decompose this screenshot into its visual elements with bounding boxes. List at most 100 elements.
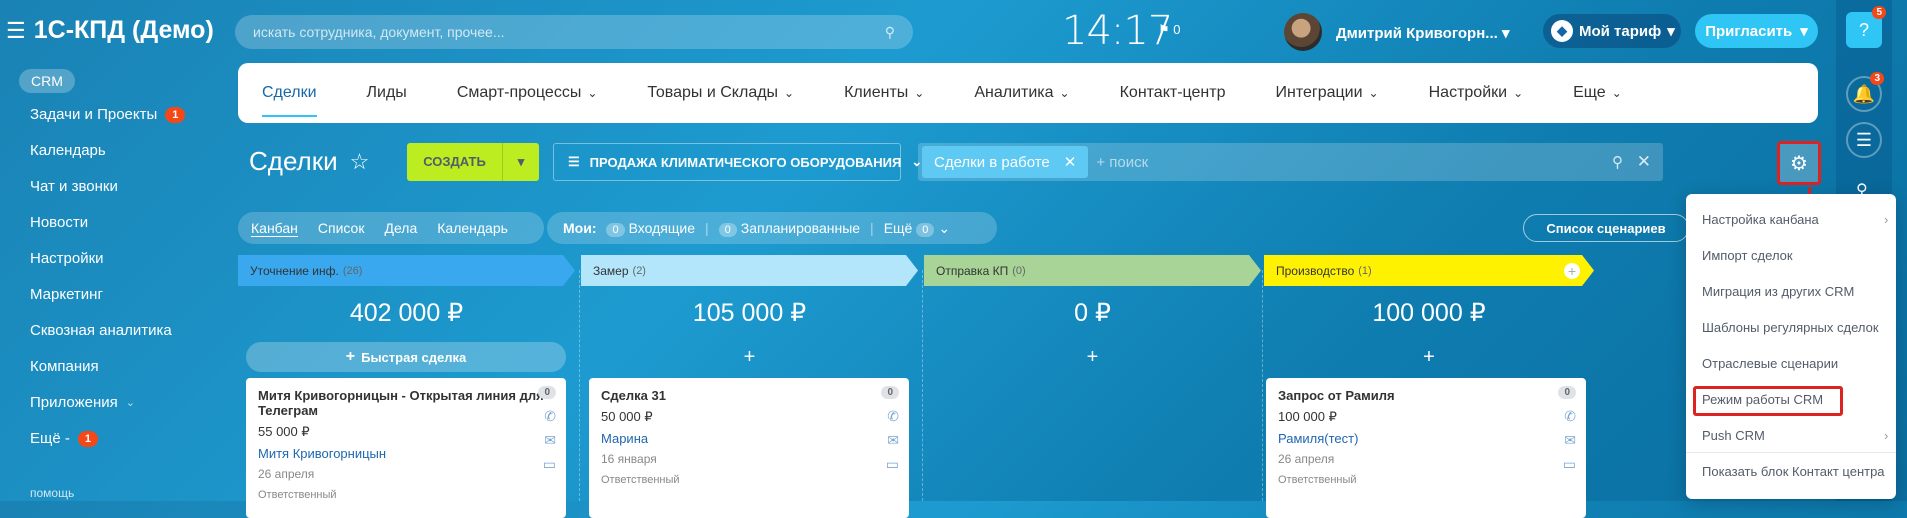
tab-4[interactable]: Клиенты ⌄ — [844, 63, 948, 123]
close-icon[interactable]: ✕ — [1064, 153, 1077, 171]
sidebar-item[interactable]: Задачи и Проекты 1 — [30, 106, 186, 123]
invite-button[interactable]: Пригласить ▾ — [1695, 14, 1818, 48]
sidebar-badge: 1 — [165, 106, 186, 123]
sidebar-item[interactable]: Новости — [30, 214, 88, 231]
star-icon[interactable]: ☆ — [350, 149, 370, 175]
view-tab[interactable]: Канбан — [251, 220, 298, 237]
invite-label: Пригласить — [1705, 22, 1793, 40]
settings-gear-button[interactable]: ⚙ — [1777, 141, 1821, 185]
view-tab[interactable]: Календарь — [437, 220, 508, 236]
add-deal-button[interactable]: + — [1264, 346, 1594, 369]
deal-contact[interactable]: Марина — [601, 431, 897, 446]
column-sum: 105 000 ₽ — [692, 299, 807, 327]
chat-icon[interactable]: ▭ — [1563, 456, 1576, 473]
create-button[interactable]: СОЗДАТЬ ▾ — [407, 143, 539, 181]
menu-item[interactable]: Импорт сделок — [1702, 248, 1793, 263]
deal-title[interactable]: Митя Кривогорницын - Открытая линия для … — [258, 388, 558, 418]
phone-icon[interactable]: ✆ — [544, 408, 556, 425]
deal-title[interactable]: Запрос от Рамиля — [1278, 388, 1578, 403]
view-tab[interactable]: Дела — [384, 220, 417, 236]
search-input[interactable]: искать сотрудника, документ, прочее... ⚲ — [235, 15, 913, 49]
sidebar-item[interactable]: Сквозная аналитика — [30, 322, 172, 339]
filter-bar[interactable]: Сделки в работе ✕ + поиск ⚲ ✕ — [918, 143, 1663, 181]
sidebar-item[interactable]: Маркетинг — [30, 286, 103, 303]
sidebar-item[interactable]: Ещё - 1 — [30, 430, 98, 447]
sidebar-item-label: Календарь — [30, 142, 106, 159]
menu-item[interactable]: Показать блок Контакт центра — [1702, 464, 1885, 479]
avatar[interactable] — [1284, 13, 1322, 51]
flag-counter[interactable]: ⚑ 0 — [1158, 22, 1181, 38]
tab-5[interactable]: Аналитика ⌄ — [974, 63, 1093, 123]
tab-3[interactable]: Товары и Склады ⌄ — [647, 63, 818, 123]
mail-icon[interactable]: ✉ — [544, 432, 556, 449]
tab-1[interactable]: Лиды — [367, 63, 431, 123]
page-title-text: Сделки — [249, 146, 338, 176]
column-header[interactable]: Производство (1) + — [1264, 255, 1594, 286]
more-filter[interactable]: Ещё 0 ⌄ — [884, 220, 950, 237]
funnel-select[interactable]: ☰ ПРОДАЖА КЛИМАТИЧЕСКОГО ОБОРУДОВАНИЯ ⌄ — [553, 143, 922, 181]
sidebar-item-crm[interactable]: CRM — [19, 69, 75, 93]
tab-6[interactable]: Контакт-центр — [1120, 63, 1250, 123]
messenger-button[interactable]: ☰ — [1846, 122, 1882, 158]
deal-title[interactable]: Сделка 31 — [601, 388, 901, 403]
column-header[interactable]: Замер (2) — [581, 255, 918, 286]
tab-0[interactable]: Сделки — [262, 63, 341, 123]
filter-chip[interactable]: Сделки в работе ✕ — [922, 146, 1089, 178]
menu-item-label: Отраслевые сценарии — [1702, 356, 1839, 371]
divider: | — [870, 220, 874, 236]
notifications-button[interactable]: 🔔 3 — [1846, 72, 1884, 112]
menu-item[interactable]: Шаблоны регулярных сделок — [1702, 320, 1879, 335]
menu-item[interactable]: Настройка канбана › — [1702, 212, 1888, 227]
tab-label: Лиды — [366, 84, 407, 101]
deal-card[interactable]: Сделка 31 50 000 ₽ Марина 16 января Ответств… — [589, 378, 909, 518]
user-menu[interactable]: Дмитрий Кривогорн... ▾ — [1336, 24, 1510, 42]
chat-icon[interactable]: ▭ — [886, 456, 899, 473]
tab-9[interactable]: Еще ⌄ — [1573, 63, 1646, 123]
deal-contact[interactable]: Митя Кривогорницын — [258, 446, 554, 461]
column-header[interactable]: Уточнение инф. (26) — [238, 255, 575, 286]
phone-icon[interactable]: ✆ — [1564, 408, 1576, 425]
view-tab[interactable]: Список — [318, 220, 365, 236]
menu-item-label: Шаблоны регулярных сделок — [1702, 320, 1879, 335]
tab-8[interactable]: Настройки ⌄ — [1429, 63, 1548, 123]
add-deal-button[interactable]: + — [924, 346, 1261, 369]
incoming-filter[interactable]: 0 Входящие — [606, 220, 695, 237]
column-name: Уточнение инф. — [250, 263, 339, 278]
sidebar-item[interactable]: Компания — [30, 358, 99, 375]
scenarios-button[interactable]: Список сценариев — [1523, 214, 1689, 242]
sidebar-item-label: Новости — [30, 214, 89, 231]
mail-icon[interactable]: ✉ — [1564, 432, 1576, 449]
sidebar-item[interactable]: Настройки — [30, 250, 104, 267]
add-icon[interactable]: + — [1564, 263, 1580, 279]
deal-card[interactable]: Митя Кривогорницын - Открытая линия для … — [246, 378, 566, 518]
mail-icon[interactable]: ✉ — [887, 432, 899, 449]
tab-2[interactable]: Смарт-процессы ⌄ — [457, 63, 622, 123]
menu-item[interactable]: Push CRM › — [1702, 428, 1888, 443]
activity-badge: 0 — [538, 386, 556, 399]
sidebar-item[interactable]: Календарь — [30, 142, 106, 159]
menu-item[interactable]: Миграция из других CRM — [1702, 284, 1854, 299]
tab-7[interactable]: Интеграции ⌄ — [1275, 63, 1402, 123]
add-deal-button[interactable]: + — [581, 346, 918, 369]
deal-card[interactable]: Запрос от Рамиля 100 000 ₽ Рамиля(тест) 26 … — [1266, 378, 1586, 518]
planned-filter[interactable]: 0 Запланированные — [718, 220, 860, 237]
search-icon[interactable]: ⚲ — [1612, 153, 1623, 171]
menu-item[interactable]: Отраслевые сценарии — [1702, 356, 1838, 371]
quick-deal-button[interactable]: + Быстрая сделка — [246, 342, 566, 372]
sidebar-item[interactable]: Чат и звонки — [30, 178, 118, 195]
deal-contact[interactable]: Рамиля(тест) — [1278, 431, 1574, 446]
sidebar-item[interactable]: Приложения ⌄ — [30, 394, 135, 411]
phone-icon[interactable]: ✆ — [887, 408, 899, 425]
menu-item-label: Показать блок Контакт центра — [1702, 464, 1885, 479]
tariff-button[interactable]: ◆ Мой тариф ▾ — [1543, 14, 1681, 48]
help-button[interactable]: ? 5 — [1846, 6, 1886, 48]
chat-icon[interactable]: ▭ — [543, 456, 556, 473]
sidebar-help[interactable]: помощь — [30, 486, 74, 500]
app-logo[interactable]: ☰ 1С-КПД (Демо) — [6, 16, 214, 45]
clear-icon[interactable]: ✕ — [1637, 152, 1651, 172]
bell-icon: 🔔 — [1852, 83, 1876, 104]
menu-icon[interactable]: ☰ — [6, 18, 26, 44]
column-header[interactable]: Отправка КП (0) — [924, 255, 1261, 286]
chevron-down-icon[interactable]: ▾ — [503, 154, 539, 170]
user-name: Дмитрий Кривогорн... — [1336, 25, 1498, 42]
